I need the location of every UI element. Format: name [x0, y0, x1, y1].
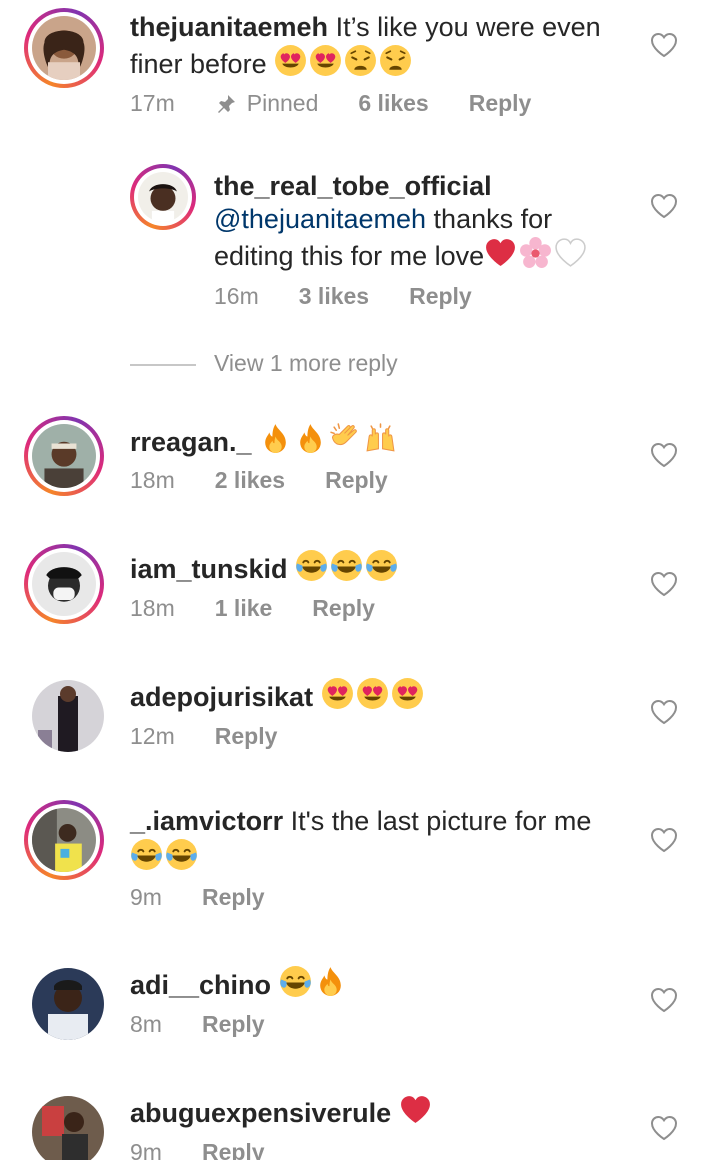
- comment-meta: 9m Reply: [130, 884, 305, 911]
- username[interactable]: thejuanitaemeh: [130, 12, 328, 42]
- timestamp: 8m: [130, 1011, 162, 1037]
- clapping-emoji: [329, 422, 362, 455]
- weary-emoji: [344, 44, 377, 77]
- likes-count[interactable]: 6 likes: [358, 90, 428, 117]
- reply-button[interactable]: Reply: [215, 723, 278, 750]
- pin-icon: [215, 93, 237, 115]
- heart-eyes-emoji: [274, 44, 307, 77]
- likes-count[interactable]: 2 likes: [215, 467, 285, 494]
- comment-text: adi__chino: [130, 965, 650, 1002]
- timestamp: 18m: [130, 595, 175, 621]
- red-heart-emoji: [399, 1093, 432, 1126]
- avatar[interactable]: [32, 680, 104, 752]
- weary-emoji: [379, 44, 412, 77]
- like-heart-icon[interactable]: [650, 1115, 678, 1141]
- comment-text: the_real_tobe_official @thejuanitaemeh t…: [214, 170, 634, 273]
- avatar[interactable]: [24, 544, 104, 624]
- timestamp: 12m: [130, 723, 175, 749]
- timestamp: 16m: [214, 283, 259, 309]
- comment-text: iam_tunskid: [130, 549, 650, 586]
- mention-link[interactable]: @thejuanitaemeh: [214, 204, 426, 234]
- avatar[interactable]: [32, 968, 104, 1040]
- timestamp: 18m: [130, 467, 175, 493]
- heart-eyes-emoji: [356, 677, 389, 710]
- heart-eyes-emoji: [391, 677, 424, 710]
- comment-body-line2: editing this for me love: [214, 241, 485, 271]
- comment-meta: 9m Reply: [130, 1139, 305, 1160]
- avatar[interactable]: [24, 800, 104, 880]
- red-heart-emoji: [484, 236, 517, 269]
- like-heart-icon[interactable]: [650, 827, 678, 853]
- avatar[interactable]: [24, 416, 104, 496]
- like-heart-icon[interactable]: [650, 987, 678, 1013]
- joy-emoji: [165, 838, 198, 871]
- reply-button[interactable]: Reply: [202, 1139, 265, 1160]
- avatar[interactable]: [32, 1096, 104, 1160]
- joy-emoji: [330, 549, 363, 582]
- comment-text: abuguexpensiverule: [130, 1093, 650, 1130]
- comment-body: It's the last picture for me: [290, 806, 592, 836]
- avatar[interactable]: [130, 164, 196, 230]
- comment-body: thanks for: [426, 204, 553, 234]
- username[interactable]: abuguexpensiverule: [130, 1098, 391, 1128]
- raising-hands-emoji: [364, 422, 397, 455]
- joy-emoji: [365, 549, 398, 582]
- heart-eyes-emoji: [309, 44, 342, 77]
- joy-emoji: [295, 549, 328, 582]
- comment-text: adepojurisikat: [130, 677, 650, 714]
- username[interactable]: _.iamvictorr: [130, 806, 283, 836]
- comment-body: It’s like you were even: [335, 12, 601, 42]
- fire-emoji: [314, 965, 347, 998]
- like-heart-icon[interactable]: [650, 32, 678, 58]
- comment-body-line2: finer before: [130, 49, 267, 79]
- username[interactable]: adepojurisikat: [130, 682, 313, 712]
- comment-text: rreagan._: [130, 422, 650, 459]
- comment-meta: 8m Reply: [130, 1011, 305, 1038]
- timestamp: 17m: [130, 90, 175, 116]
- view-replies-divider: [130, 364, 196, 366]
- comment-text: thejuanitaemeh It’s like you were even f…: [130, 11, 650, 81]
- joy-emoji: [279, 965, 312, 998]
- username[interactable]: the_real_tobe_official: [214, 171, 492, 201]
- heart-eyes-emoji: [321, 677, 354, 710]
- likes-count[interactable]: 3 likes: [299, 283, 369, 310]
- comment-meta: 12m Reply: [130, 723, 317, 750]
- joy-emoji: [130, 838, 163, 871]
- reply-button[interactable]: Reply: [202, 884, 265, 911]
- username[interactable]: rreagan._: [130, 427, 252, 457]
- timestamp: 9m: [130, 1139, 162, 1160]
- fire-emoji: [294, 422, 327, 455]
- reply-button[interactable]: Reply: [312, 595, 375, 622]
- comment-meta: 18m 1 like Reply: [130, 595, 415, 622]
- reply-button[interactable]: Reply: [202, 1011, 265, 1038]
- like-heart-icon[interactable]: [650, 193, 678, 219]
- timestamp: 9m: [130, 884, 162, 910]
- reply-button[interactable]: Reply: [469, 90, 532, 117]
- reply-button[interactable]: Reply: [325, 467, 388, 494]
- comment-meta: 18m 2 likes Reply: [130, 467, 428, 494]
- pinned-label: Pinned: [215, 90, 318, 117]
- likes-count[interactable]: 1 like: [215, 595, 273, 622]
- avatar[interactable]: [24, 8, 104, 88]
- comment-meta: 17m Pinned 6 likes Reply: [130, 90, 571, 117]
- fire-emoji: [259, 422, 292, 455]
- comment-text: _.iamvictorr It's the last picture for m…: [130, 805, 630, 875]
- white-heart-emoji: [554, 236, 587, 269]
- reply-button[interactable]: Reply: [409, 283, 472, 310]
- view-more-replies-button[interactable]: View 1 more reply: [214, 350, 398, 377]
- comment-meta: 16m 3 likes Reply: [214, 283, 512, 310]
- username[interactable]: iam_tunskid: [130, 554, 288, 584]
- like-heart-icon[interactable]: [650, 699, 678, 725]
- cherry-blossom-emoji: [519, 236, 552, 269]
- like-heart-icon[interactable]: [650, 571, 678, 597]
- username[interactable]: adi__chino: [130, 970, 271, 1000]
- like-heart-icon[interactable]: [650, 442, 678, 468]
